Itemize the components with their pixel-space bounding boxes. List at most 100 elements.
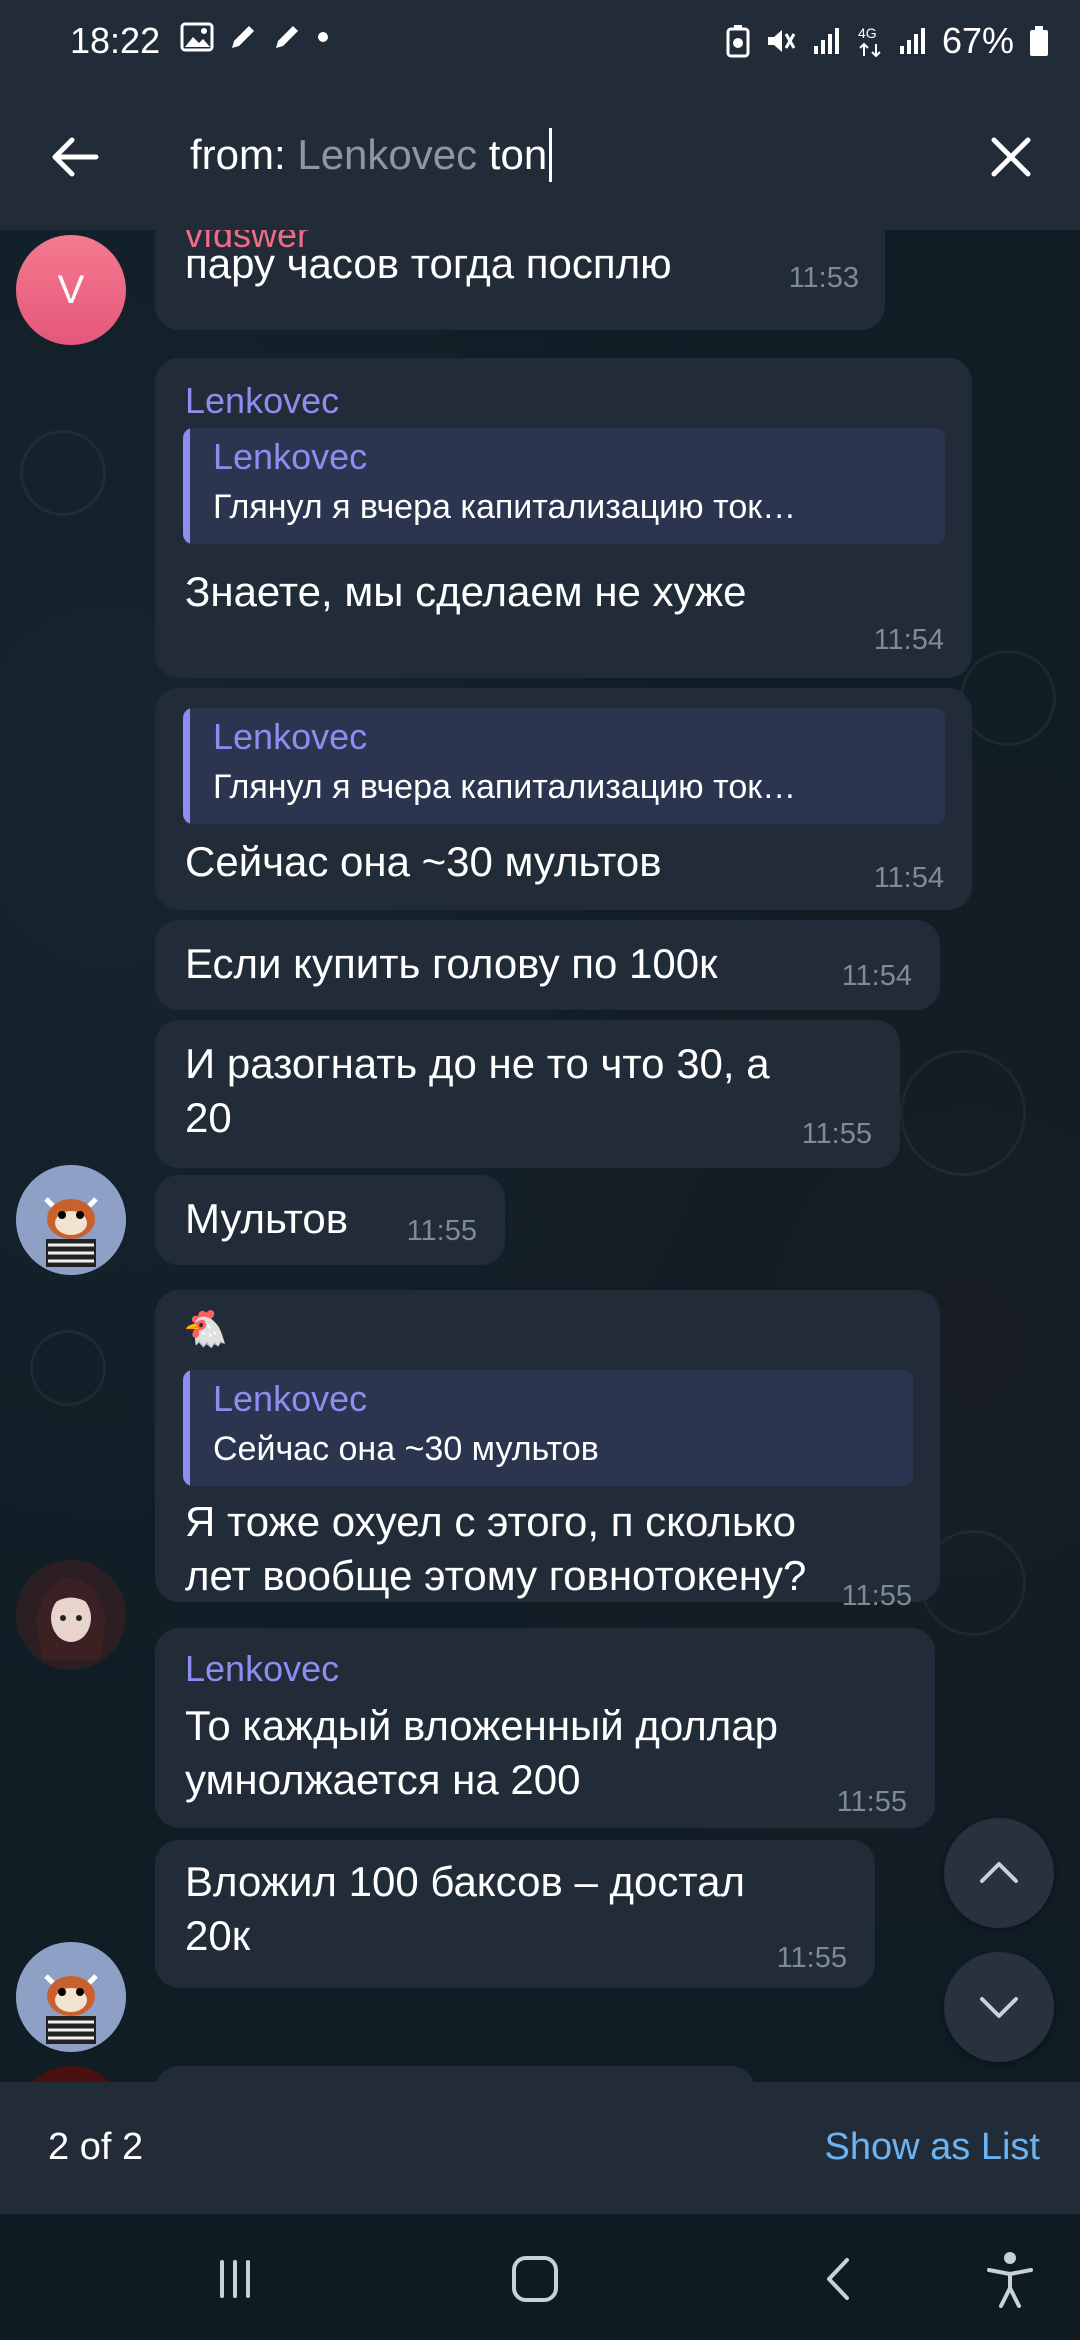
avatar[interactable] xyxy=(16,1942,126,2052)
reply-sender: Lenkovec xyxy=(213,1378,368,1419)
battery-saver-icon xyxy=(726,25,750,58)
search-filter-prefix: from: xyxy=(190,131,298,178)
message-bubble[interactable]: Мультов 11:55 xyxy=(155,1175,505,1265)
message-time: 11:54 xyxy=(873,862,944,894)
cow-avatar-icon xyxy=(16,1942,126,2052)
message-text-line: То каждый вложенный доллар xyxy=(185,1702,779,1749)
reply-sender: Lenkovec xyxy=(213,716,368,757)
result-counter: 2 of 2 xyxy=(48,2126,144,2168)
reply-bar xyxy=(183,1370,190,1486)
search-query: ton xyxy=(477,131,548,178)
message-time: 11:55 xyxy=(841,1580,912,1612)
chevron-down-icon xyxy=(980,1997,1018,2018)
status-time: 18:22 xyxy=(70,20,161,61)
message-time: 11:55 xyxy=(776,1942,847,1974)
message-text-line: И разогнать до не то что 30, а xyxy=(185,1040,770,1087)
message-bubble[interactable]: И разогнать до не то что 30, а 20 11:55 xyxy=(155,1020,900,1168)
recent-apps-button[interactable] xyxy=(200,2244,270,2314)
reply-bar xyxy=(183,708,190,824)
scroll-down-button[interactable] xyxy=(944,1952,1054,2062)
accessibility-icon xyxy=(987,2252,1033,2308)
background-doodle xyxy=(30,1330,106,1406)
message-text: пару часов тогда посплю xyxy=(185,240,672,287)
close-icon xyxy=(991,137,1031,177)
anime-avatar-icon xyxy=(16,1560,126,1670)
background-doodle xyxy=(960,650,1056,746)
search-results-bar: 2 of 2 Show as List xyxy=(0,2082,1080,2214)
reply-sender: Lenkovec xyxy=(213,436,368,477)
message-text: Сейчас она ~30 мультов xyxy=(185,838,662,885)
background-doodle xyxy=(900,1050,1026,1176)
message-time: 11:55 xyxy=(801,1118,872,1150)
back-nav-button[interactable] xyxy=(805,2244,875,2314)
gallery-icon xyxy=(180,22,214,52)
message-text-line: Я тоже охуел с этого, п сколько xyxy=(185,1498,797,1545)
recents-icon xyxy=(220,2260,250,2298)
scroll-up-button[interactable] xyxy=(944,1818,1054,1928)
home-icon xyxy=(512,2256,558,2302)
message-time: 11:55 xyxy=(836,1786,907,1818)
system-nav-bar xyxy=(0,2214,1080,2340)
message-time: 11:54 xyxy=(841,960,912,992)
message-time: 11:54 xyxy=(873,624,944,656)
message-text-line: 20 xyxy=(185,1094,232,1141)
home-button[interactable] xyxy=(500,2244,570,2314)
reply-preview[interactable]: Lenkovec Глянул я вчера капитализацию то… xyxy=(183,708,945,824)
dot-icon xyxy=(318,32,328,42)
show-as-list-button[interactable]: Show as List xyxy=(825,2126,1040,2169)
message-text: Если купить голову по 100к xyxy=(185,940,718,987)
message-bubble[interactable]: Вложил 100 баксов – достал 20к 11:55 xyxy=(155,1840,875,1988)
reply-text: Сейчас она ~30 мультов xyxy=(213,1430,599,1468)
avatar[interactable] xyxy=(16,1560,126,1670)
sender-name[interactable]: Lenkovec xyxy=(185,380,339,422)
background-doodle xyxy=(20,430,106,516)
message-text: Мультов xyxy=(185,1195,349,1242)
message-text: Знаете, мы сделаем не хуже xyxy=(185,568,747,615)
accessibility-button[interactable] xyxy=(975,2244,1045,2314)
signal-icon xyxy=(813,28,839,54)
clear-search-button[interactable] xyxy=(978,124,1044,190)
status-bar: 18:22 4G 67% xyxy=(0,0,1080,84)
search-header: from: Lenkovec ton xyxy=(0,84,1080,230)
chat-messages[interactable]: V vfdswer пару часов тогда посплю 11:53 … xyxy=(0,230,1080,2082)
search-user-chip[interactable]: Lenkovec xyxy=(297,131,477,179)
reply-text: Глянул я вчера капитализацию ток… xyxy=(213,488,797,526)
text-caret xyxy=(549,128,553,182)
avatar[interactable] xyxy=(16,1165,126,1275)
avatar[interactable]: V xyxy=(16,235,126,345)
battery-icon xyxy=(1030,26,1048,56)
message-bubble[interactable] xyxy=(155,2066,755,2082)
message-time: 11:55 xyxy=(406,1215,477,1247)
4g-icon: 4G xyxy=(858,25,881,58)
message-bubble[interactable]: Lenkovec То каждый вложенный доллар умно… xyxy=(155,1628,935,1828)
message-bubble[interactable]: Если купить голову по 100к 11:54 xyxy=(155,920,940,1010)
message-text-line: умнолжается на 200 xyxy=(185,1756,581,1803)
mute-icon xyxy=(767,30,796,52)
message-text-line: лет вообще этому говнотокену? xyxy=(185,1552,807,1599)
avatar[interactable] xyxy=(16,2066,126,2082)
svg-text:4G: 4G xyxy=(858,25,877,41)
back-icon xyxy=(827,2258,849,2300)
message-bubble[interactable]: vfdswer пару часов тогда посплю 11:53 xyxy=(155,230,885,330)
search-input[interactable]: from: Lenkovec ton xyxy=(190,128,553,182)
battery-percent: 67% xyxy=(941,20,1014,61)
cow-avatar-icon xyxy=(16,1165,126,1275)
message-text-line: 20к xyxy=(185,1912,251,1959)
sender-name[interactable]: Lenkovec xyxy=(185,1648,339,1690)
back-button[interactable] xyxy=(40,122,110,192)
signal-icon xyxy=(899,28,925,54)
pencil-icon xyxy=(232,26,254,48)
reply-preview[interactable]: Lenkovec Глянул я вчера капитализацию то… xyxy=(183,428,945,544)
arrow-back-icon xyxy=(52,137,99,177)
pencil-icon xyxy=(276,26,298,48)
reply-text: Глянул я вчера капитализацию ток… xyxy=(213,768,797,806)
reply-preview[interactable]: Lenkovec Сейчас она ~30 мультов xyxy=(183,1370,913,1486)
message-bubble[interactable]: 🐔 Lenkovec Сейчас она ~30 мультов Я тоже… xyxy=(155,1290,940,1612)
message-bubble[interactable]: Lenkovec Глянул я вчера капитализацию то… xyxy=(155,688,972,910)
reply-bar xyxy=(183,428,190,544)
system-icons: 4G 67% xyxy=(726,20,1050,62)
message-bubble[interactable]: Lenkovec Lenkovec Глянул я вчера капитал… xyxy=(155,358,972,678)
message-time: 11:53 xyxy=(788,262,859,294)
chicken-emoji-icon: 🐔 xyxy=(183,1308,228,1349)
notification-icons xyxy=(180,22,330,52)
